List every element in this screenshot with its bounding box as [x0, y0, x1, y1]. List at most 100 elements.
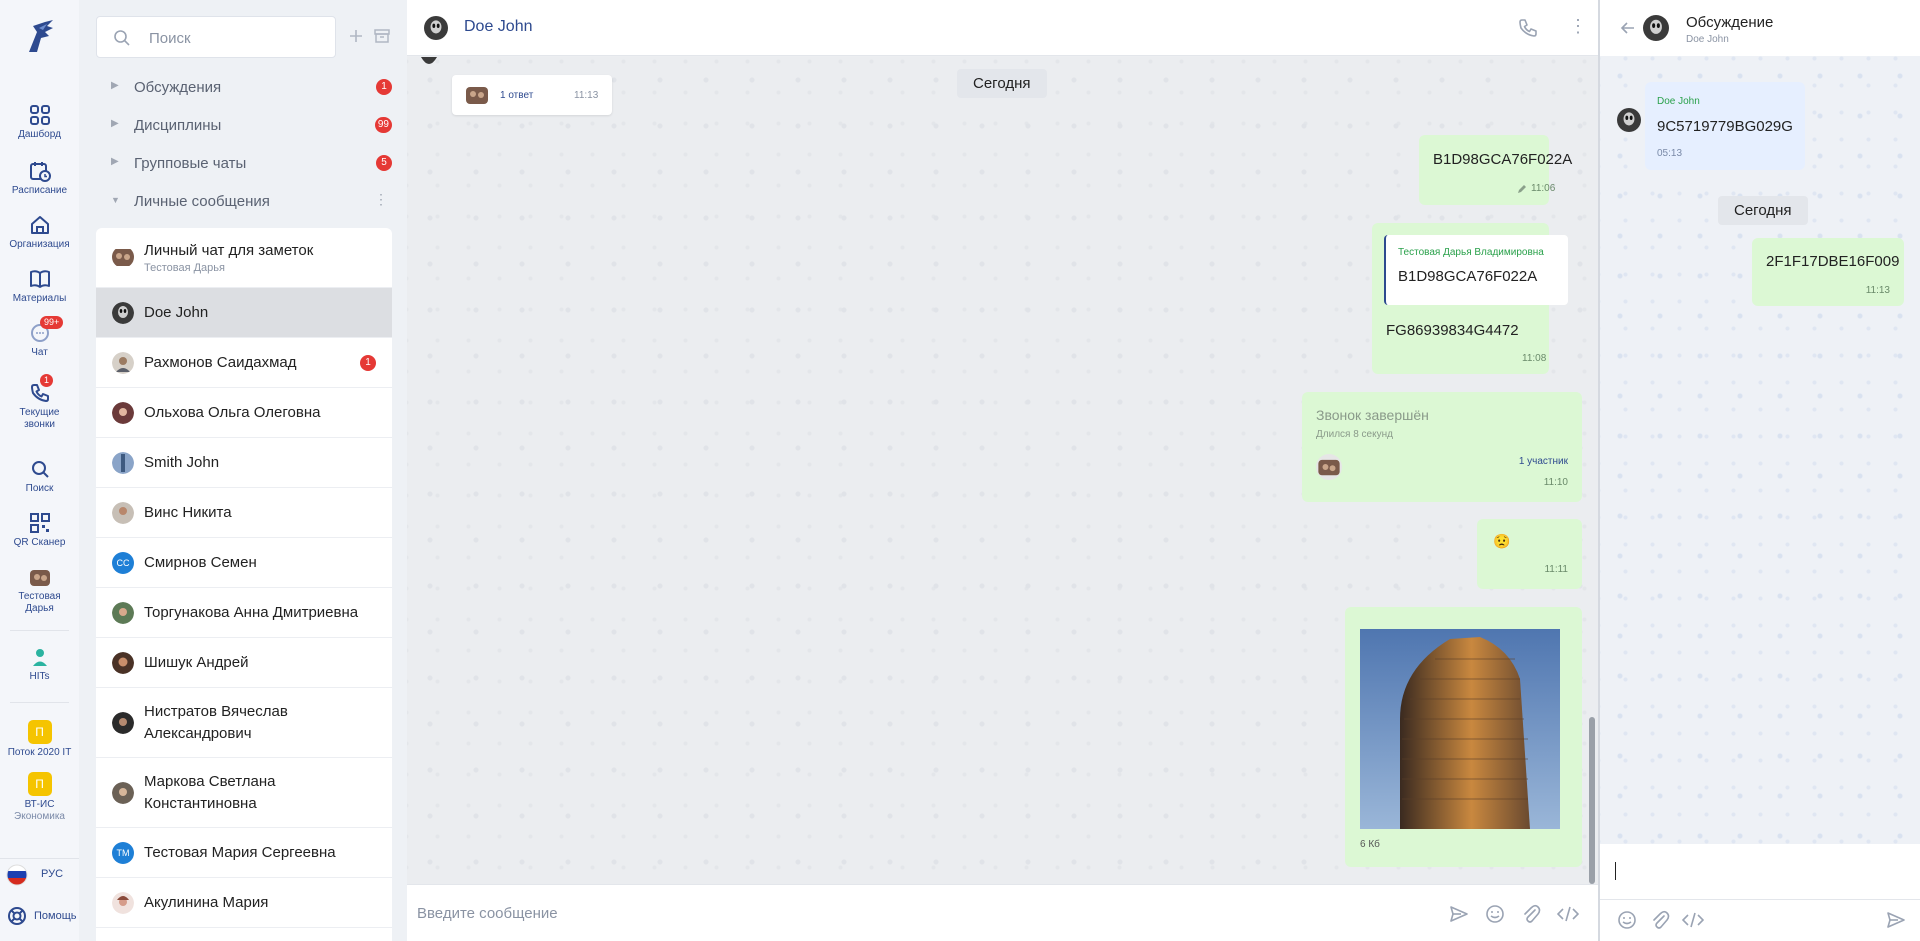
nav-group-vt-is[interactable]: П ВТ-ИС Экономика	[0, 772, 79, 823]
chat-item[interactable]: Нистратов Вячеслав Александрович	[96, 688, 392, 758]
nav-profile[interactable]: Тестовая Дарья	[0, 566, 79, 615]
chat-name: Личный чат для заметок	[144, 242, 314, 259]
language-switcher[interactable]: РУС	[6, 864, 79, 886]
message-bubble[interactable]: Тестовая Дарья Владимировна B1D98GCA76F0…	[1372, 223, 1568, 374]
chat-item[interactable]: Акулинина Мария	[96, 878, 392, 928]
help-label: Помощь	[34, 910, 77, 922]
chat-name: Smith John	[144, 454, 220, 471]
phone-icon[interactable]	[1517, 17, 1539, 39]
app-logo[interactable]	[0, 18, 79, 59]
chat-title[interactable]: Doe John	[464, 18, 533, 36]
nav-qr-label: QR Сканер	[13, 537, 66, 548]
message-input[interactable]: Введите сообщение	[417, 905, 558, 922]
avatar	[112, 892, 134, 914]
thread-root-message[interactable]: Doe John 9C5719779BG029G 05:13	[1645, 82, 1805, 170]
nav-qr-scanner[interactable]: QR Сканер	[0, 512, 79, 549]
call-title: Звонок завершён	[1316, 407, 1429, 423]
section-disciplines[interactable]: ▶ Дисциплины 99	[96, 110, 392, 140]
chat-name: Рахмонов Саидахмад	[144, 354, 297, 371]
chat-item[interactable]: Рахмонов Саидахмад 1	[96, 338, 392, 388]
emoji-icon[interactable]	[1485, 904, 1505, 924]
nav-dashboard[interactable]: Дашборд	[0, 104, 79, 141]
chat-subtitle: Тестовая Дарья	[144, 262, 225, 274]
message-time: 11:06	[1531, 183, 1556, 194]
code-icon[interactable]	[1557, 904, 1579, 924]
search-input[interactable]: Поиск	[96, 16, 336, 58]
help-link[interactable]: Помощь	[6, 906, 79, 928]
avatar	[112, 402, 134, 424]
avatar	[1643, 15, 1669, 41]
quoted-message[interactable]: Тестовая Дарья Владимировна B1D98GCA76F0…	[1384, 235, 1568, 305]
chat-item[interactable]: Smith John	[96, 438, 392, 488]
avatar	[112, 712, 134, 734]
nav-schedule[interactable]: Расписание	[0, 160, 79, 197]
nav-chat[interactable]: Чат 99+	[0, 316, 79, 359]
section-group-chats[interactable]: ▶ Групповые чаты 5	[96, 148, 392, 178]
chat-header: Doe John ⋮	[407, 0, 1598, 56]
message-bubble[interactable]: B1D98GCA76F022A 11:06	[1419, 135, 1572, 205]
message-time: 05:13	[1657, 148, 1683, 159]
chat-name: Смирнов Семен	[144, 554, 257, 571]
avatar	[112, 502, 134, 524]
section-discussions[interactable]: ▶ Обсуждения 1	[96, 72, 392, 102]
send-icon[interactable]	[1449, 904, 1469, 924]
message-bubble[interactable]: 😟 11:11	[1477, 519, 1582, 589]
chat-item[interactable]: СС Смирнов Семен	[96, 538, 392, 588]
nav-hits[interactable]: HITs	[0, 646, 79, 683]
avatar	[1617, 108, 1641, 132]
nav-organization[interactable]: Организация	[0, 214, 79, 251]
archive-button[interactable]	[372, 26, 392, 46]
archive-icon	[374, 29, 390, 43]
logo-icon	[28, 20, 53, 52]
book-icon	[29, 270, 50, 288]
message-time: 11:08	[1522, 353, 1547, 364]
rail-divider	[10, 702, 69, 703]
nav-search[interactable]: Поиск	[0, 458, 79, 495]
message-composer: Введите сообщение	[407, 884, 1598, 941]
more-vertical-icon[interactable]: ⋮	[1569, 16, 1587, 37]
section-personal-messages[interactable]: ▼ Личные сообщения ⋮	[96, 186, 392, 216]
chat-name-line1: Нистратов Вячеслав	[144, 703, 288, 720]
avatar[interactable]	[424, 16, 448, 40]
quote-text: B1D98GCA76F022A	[1398, 268, 1538, 285]
chat-name: Винс Никита	[144, 504, 232, 521]
chat-item-notes[interactable]: Личный чат для заметок Тестовая Дарья	[96, 228, 392, 288]
nav-group-potok[interactable]: П Поток 2020 IT	[0, 720, 79, 759]
chat-item[interactable]: Шишук Андрей	[96, 638, 392, 688]
back-arrow-icon[interactable]	[1620, 20, 1636, 36]
attached-image[interactable]	[1360, 629, 1560, 829]
chat-item[interactable]: Ольхова Ольга Олеговна	[96, 388, 392, 438]
chat-item[interactable]: Маркова Светлана Константиновна	[96, 758, 392, 828]
nav-materials[interactable]: Материалы	[0, 268, 79, 305]
chat-item[interactable]: ТМ Тестовая Мария Сергеевна	[96, 828, 392, 878]
scrollbar[interactable]	[1589, 717, 1595, 884]
paperclip-icon[interactable]	[1521, 904, 1541, 924]
chevron-right-icon: ▶	[111, 118, 119, 129]
chat-item-doe-john[interactable]: Doe John	[96, 288, 392, 338]
chat-name-line2: Константиновна	[144, 795, 257, 812]
chevron-down-icon: ▼	[111, 195, 120, 205]
nav-search-label: Поиск	[25, 483, 54, 494]
code-icon[interactable]	[1682, 910, 1704, 930]
new-chat-button[interactable]	[346, 26, 366, 46]
qr-code-icon	[29, 513, 50, 533]
avatar	[112, 302, 134, 324]
send-icon[interactable]	[1886, 910, 1906, 930]
call-ended-message[interactable]: Звонок завершён Длился 8 секунд 1 участн…	[1302, 392, 1582, 502]
paperclip-icon[interactable]	[1650, 910, 1670, 930]
thread-replies-card[interactable]: 1 ответ 11:13	[452, 75, 612, 115]
chat-item[interactable]: Винс Никита	[96, 488, 392, 538]
thread-reply-message[interactable]: 2F1F17DBE16F009 11:13	[1752, 238, 1904, 306]
russia-flag-icon	[6, 864, 28, 886]
image-message[interactable]: 6 Кб	[1345, 607, 1582, 867]
emoji-icon[interactable]	[1617, 910, 1637, 930]
section-label: Групповые чаты	[134, 155, 247, 172]
more-vertical-icon[interactable]: ⋮	[374, 192, 388, 206]
text-cursor[interactable]	[1615, 862, 1616, 880]
nav-group-potok-label: Поток 2020 IT	[7, 747, 72, 758]
nav-current-calls[interactable]: Текущие звонки 1	[0, 374, 79, 431]
language-label: РУС	[41, 868, 64, 880]
edited-pencil-icon	[1518, 185, 1526, 193]
chat-item[interactable]: Торгунакова Анна Дмитриевна	[96, 588, 392, 638]
chat-name: Ольхова Ольга Олеговна	[144, 404, 321, 421]
